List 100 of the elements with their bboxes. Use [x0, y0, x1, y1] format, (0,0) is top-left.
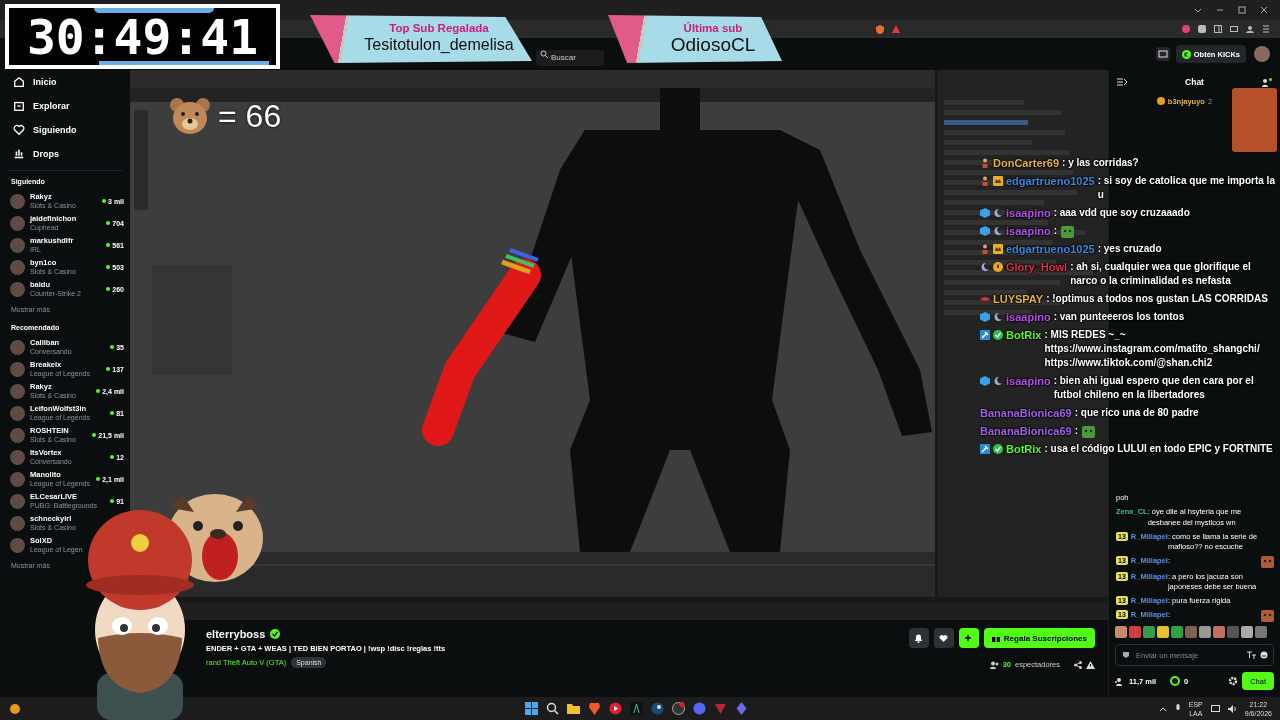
- microphone-icon[interactable]: [1174, 704, 1181, 713]
- hammer-icon: [980, 330, 990, 340]
- gift-subs-button[interactable]: Regala Suscripciones: [983, 628, 1095, 648]
- play-icon[interactable]: [609, 702, 622, 715]
- follow-button[interactable]: [933, 628, 954, 648]
- bell-icon: [914, 633, 924, 643]
- person-icon: [980, 158, 990, 168]
- profile-icon[interactable]: [1246, 25, 1254, 33]
- verified-icon: [993, 444, 1003, 454]
- chat-message-text: : yes cruzado: [1097, 242, 1163, 256]
- chat-username: edgartrueno1025: [1006, 174, 1095, 188]
- channel-avatar: [10, 537, 25, 553]
- user-avatar[interactable]: [1254, 46, 1270, 62]
- emote-icon: [1082, 426, 1096, 438]
- maximize-icon[interactable]: [1238, 6, 1246, 14]
- channel-avatar: [10, 193, 25, 209]
- close-icon[interactable]: [1260, 6, 1268, 14]
- chevron-down-icon[interactable]: [1194, 6, 1202, 14]
- channel-avatar: [10, 493, 25, 509]
- triangle-icon[interactable]: [892, 25, 900, 33]
- shield-icon[interactable]: [876, 24, 884, 34]
- chat-message-text: : y las corridas?: [1062, 156, 1140, 170]
- emote-icon[interactable]: [1213, 626, 1225, 638]
- banner-name: Tesitotulon_demelisa: [364, 35, 514, 55]
- lips-icon: [980, 294, 990, 304]
- emoji-icon[interactable]: [1260, 651, 1268, 659]
- nav-item[interactable]: Drops: [0, 142, 130, 166]
- menu-icon[interactable]: [1262, 25, 1270, 33]
- layout-icon[interactable]: [1155, 47, 1170, 61]
- emote-icon: [1261, 610, 1274, 622]
- emote-icon[interactable]: [1185, 626, 1197, 638]
- channel-avatar: [10, 237, 25, 253]
- cube-icon: [980, 376, 990, 386]
- chat-username: BananaBionica69: [980, 424, 1072, 438]
- home-icon: [13, 76, 25, 88]
- emote-icon[interactable]: [1199, 626, 1211, 638]
- chat-message-text: :: [1053, 224, 1057, 238]
- live-dot: [110, 455, 115, 459]
- emote-icon[interactable]: [1143, 626, 1155, 638]
- person-icon: [980, 244, 990, 254]
- folder-icon[interactable]: [567, 702, 580, 715]
- person-icon: [980, 176, 990, 186]
- collapse-icon[interactable]: [1117, 78, 1127, 86]
- monitor-icon[interactable]: [1210, 704, 1220, 713]
- heart-icon: [939, 633, 949, 643]
- chat-username: BananaBionica69: [980, 406, 1072, 420]
- crown-icon: [993, 176, 1003, 186]
- chat-username: DonCarter69: [993, 156, 1060, 170]
- channel-avatar: [10, 515, 25, 531]
- text-style-icon[interactable]: [1247, 651, 1256, 659]
- live-dot: [106, 221, 111, 225]
- chevron-up-icon[interactable]: [1158, 705, 1167, 712]
- nav-item[interactable]: Inicio: [0, 70, 130, 94]
- chat-message-text: : usa el código LULUI en todo EPIC y FORTNITE: [1044, 442, 1274, 456]
- settings-icon[interactable]: [1228, 676, 1239, 686]
- emote-icon[interactable]: [1115, 626, 1127, 638]
- chat-username: BotRix: [1006, 328, 1042, 342]
- channel-avatar: [10, 449, 25, 465]
- banner-title: Última sub: [683, 21, 743, 35]
- chat-message-text: : aaa vdd que soy cruzaaado: [1053, 206, 1191, 220]
- coin-icon: [1181, 49, 1191, 59]
- live-dot: [106, 243, 111, 247]
- crown-icon: [993, 244, 1003, 254]
- live-dot: [106, 367, 111, 371]
- search-icon[interactable]: [546, 702, 559, 715]
- chat-username: isaapino: [1006, 310, 1051, 324]
- coin-icon: [1156, 97, 1165, 105]
- badge-icon[interactable]: [1122, 651, 1130, 659]
- app-icon[interactable]: [672, 702, 685, 715]
- hammer-icon: [980, 444, 990, 454]
- app-icon[interactable]: [735, 702, 748, 715]
- emote-icon[interactable]: [1171, 626, 1183, 638]
- share-icon[interactable]: [1074, 660, 1082, 669]
- sparkle-button[interactable]: [958, 628, 979, 648]
- app-icon[interactable]: [630, 702, 643, 715]
- nav-item[interactable]: Siguiendo: [0, 118, 130, 142]
- channel-avatar: [10, 259, 25, 275]
- channel-avatar: [10, 471, 25, 487]
- weather-icon[interactable]: [8, 702, 22, 715]
- windows-icon[interactable]: [525, 702, 538, 715]
- speaker-icon[interactable]: [1227, 704, 1237, 713]
- search-field[interactable]: Buscar: [536, 49, 604, 66]
- chat-message-text: :: [1074, 424, 1079, 438]
- chat-username: isaapino: [1006, 224, 1051, 238]
- warning-icon[interactable]: [1086, 660, 1095, 669]
- emote-icon[interactable]: [1129, 626, 1141, 638]
- minimize-icon[interactable]: [1216, 6, 1224, 14]
- notifications-button[interactable]: [908, 628, 929, 648]
- channel-name[interactable]: elterryboss: [206, 628, 266, 640]
- emote-icon[interactable]: [1157, 626, 1169, 638]
- chat-message-text: : si soy de catolica que me importa la u: [1097, 174, 1276, 202]
- moon-icon: [980, 262, 990, 272]
- nav-item[interactable]: Explorar: [0, 94, 130, 118]
- users-icon[interactable]: [1262, 77, 1272, 87]
- emote-icon[interactable]: [1241, 626, 1253, 638]
- live-dot: [106, 265, 111, 269]
- emote-icon: [1261, 556, 1274, 568]
- emote-icon[interactable]: [1255, 626, 1267, 638]
- sidebar-icon[interactable]: [1214, 25, 1222, 33]
- gift-icon: [991, 634, 1000, 642]
